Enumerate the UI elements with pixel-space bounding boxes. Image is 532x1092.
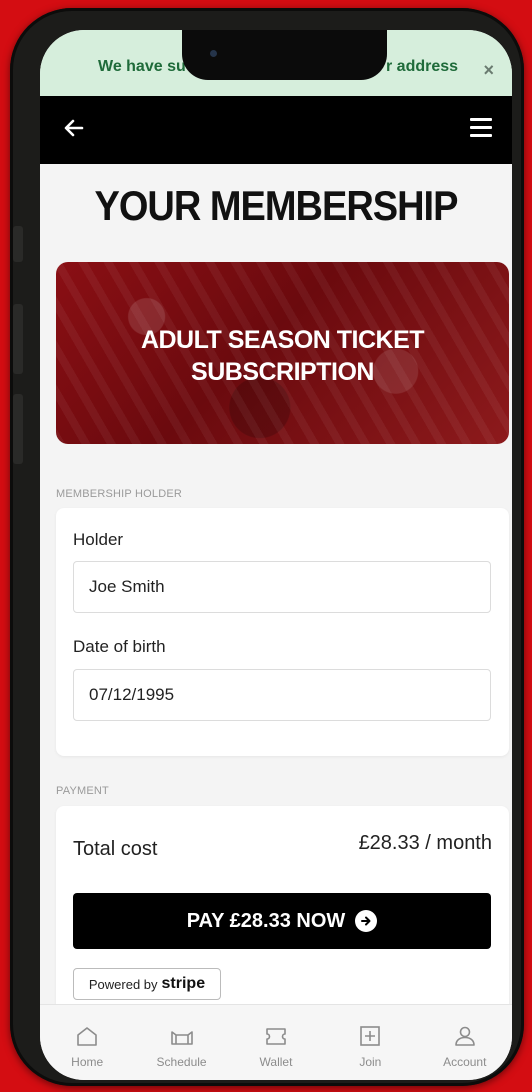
plus-box-icon — [360, 1026, 381, 1046]
dob-label: Date of birth — [73, 637, 166, 656]
membership-holder-card: Holder Date of birth — [56, 508, 509, 756]
powered-by-label: Powered by — [88, 976, 158, 992]
page-title: YOUR MEMBERSHIP — [94, 183, 459, 231]
holder-label: Holder — [73, 530, 124, 549]
powered-by-stripe-badge[interactable]: Powered by stripe — [73, 968, 221, 1000]
arrow-right-circle-icon — [355, 910, 378, 932]
bottom-tab-bar: Home Schedule Wallet Join Account — [40, 1004, 512, 1080]
stripe-logo: stripe — [161, 975, 206, 992]
pay-now-button[interactable]: PAY £28.33 NOW — [73, 893, 491, 949]
payment-card: Total cost £28.33 / month PAY £28.33 NOW… — [56, 806, 509, 1026]
app-screen: We have su r address × YOUR MEMBERSHIP A… — [40, 30, 512, 1080]
volume-up-button — [13, 304, 23, 374]
holder-name-input[interactable] — [73, 561, 491, 613]
hamburger-menu-icon[interactable] — [470, 118, 492, 138]
close-icon[interactable]: × — [483, 60, 494, 81]
banner-message-start: We have su — [98, 58, 186, 75]
date-of-birth-input[interactable] — [73, 669, 491, 721]
tab-join-label: Join — [359, 1055, 382, 1069]
payment-section-label: PAYMENT — [56, 785, 109, 797]
membership-type-line1: ADULT SEASON TICKET — [140, 326, 425, 354]
pay-button-label: PAY £28.33 NOW — [186, 909, 346, 932]
user-icon — [454, 1026, 475, 1046]
tab-account[interactable]: Account — [425, 1025, 505, 1069]
membership-type-line2: SUBSCRIPTION — [191, 358, 374, 386]
home-icon — [77, 1027, 97, 1046]
membership-type-title: ADULT SEASON TICKET SUBSCRIPTION — [56, 324, 509, 388]
tab-wallet[interactable]: Wallet — [236, 1025, 316, 1069]
total-cost-label: Total cost — [73, 838, 158, 860]
total-cost-value: £28.33 / month — [358, 832, 492, 854]
membership-hero-card: ADULT SEASON TICKET SUBSCRIPTION — [56, 262, 509, 444]
banner-message-end: r address — [386, 58, 459, 75]
tab-home-label: Home — [71, 1055, 104, 1069]
camera-dot — [210, 50, 217, 57]
membership-holder-section-label: MEMBERSHIP HOLDER — [56, 488, 183, 500]
tab-account-label: Account — [443, 1055, 487, 1069]
arrow-left-icon[interactable] — [62, 116, 86, 140]
tab-join[interactable]: Join — [330, 1025, 410, 1069]
ticket-icon — [266, 1028, 286, 1045]
stadium-icon — [170, 1031, 193, 1045]
mute-switch — [13, 226, 23, 262]
volume-down-button — [13, 394, 23, 464]
tab-wallet-label: Wallet — [259, 1055, 293, 1069]
top-navigation-bar — [40, 96, 512, 164]
tab-schedule-label: Schedule — [156, 1055, 207, 1069]
tab-schedule[interactable]: Schedule — [142, 1025, 222, 1069]
phone-frame: We have su r address × YOUR MEMBERSHIP A… — [10, 8, 524, 1086]
tab-home[interactable]: Home — [47, 1025, 127, 1069]
